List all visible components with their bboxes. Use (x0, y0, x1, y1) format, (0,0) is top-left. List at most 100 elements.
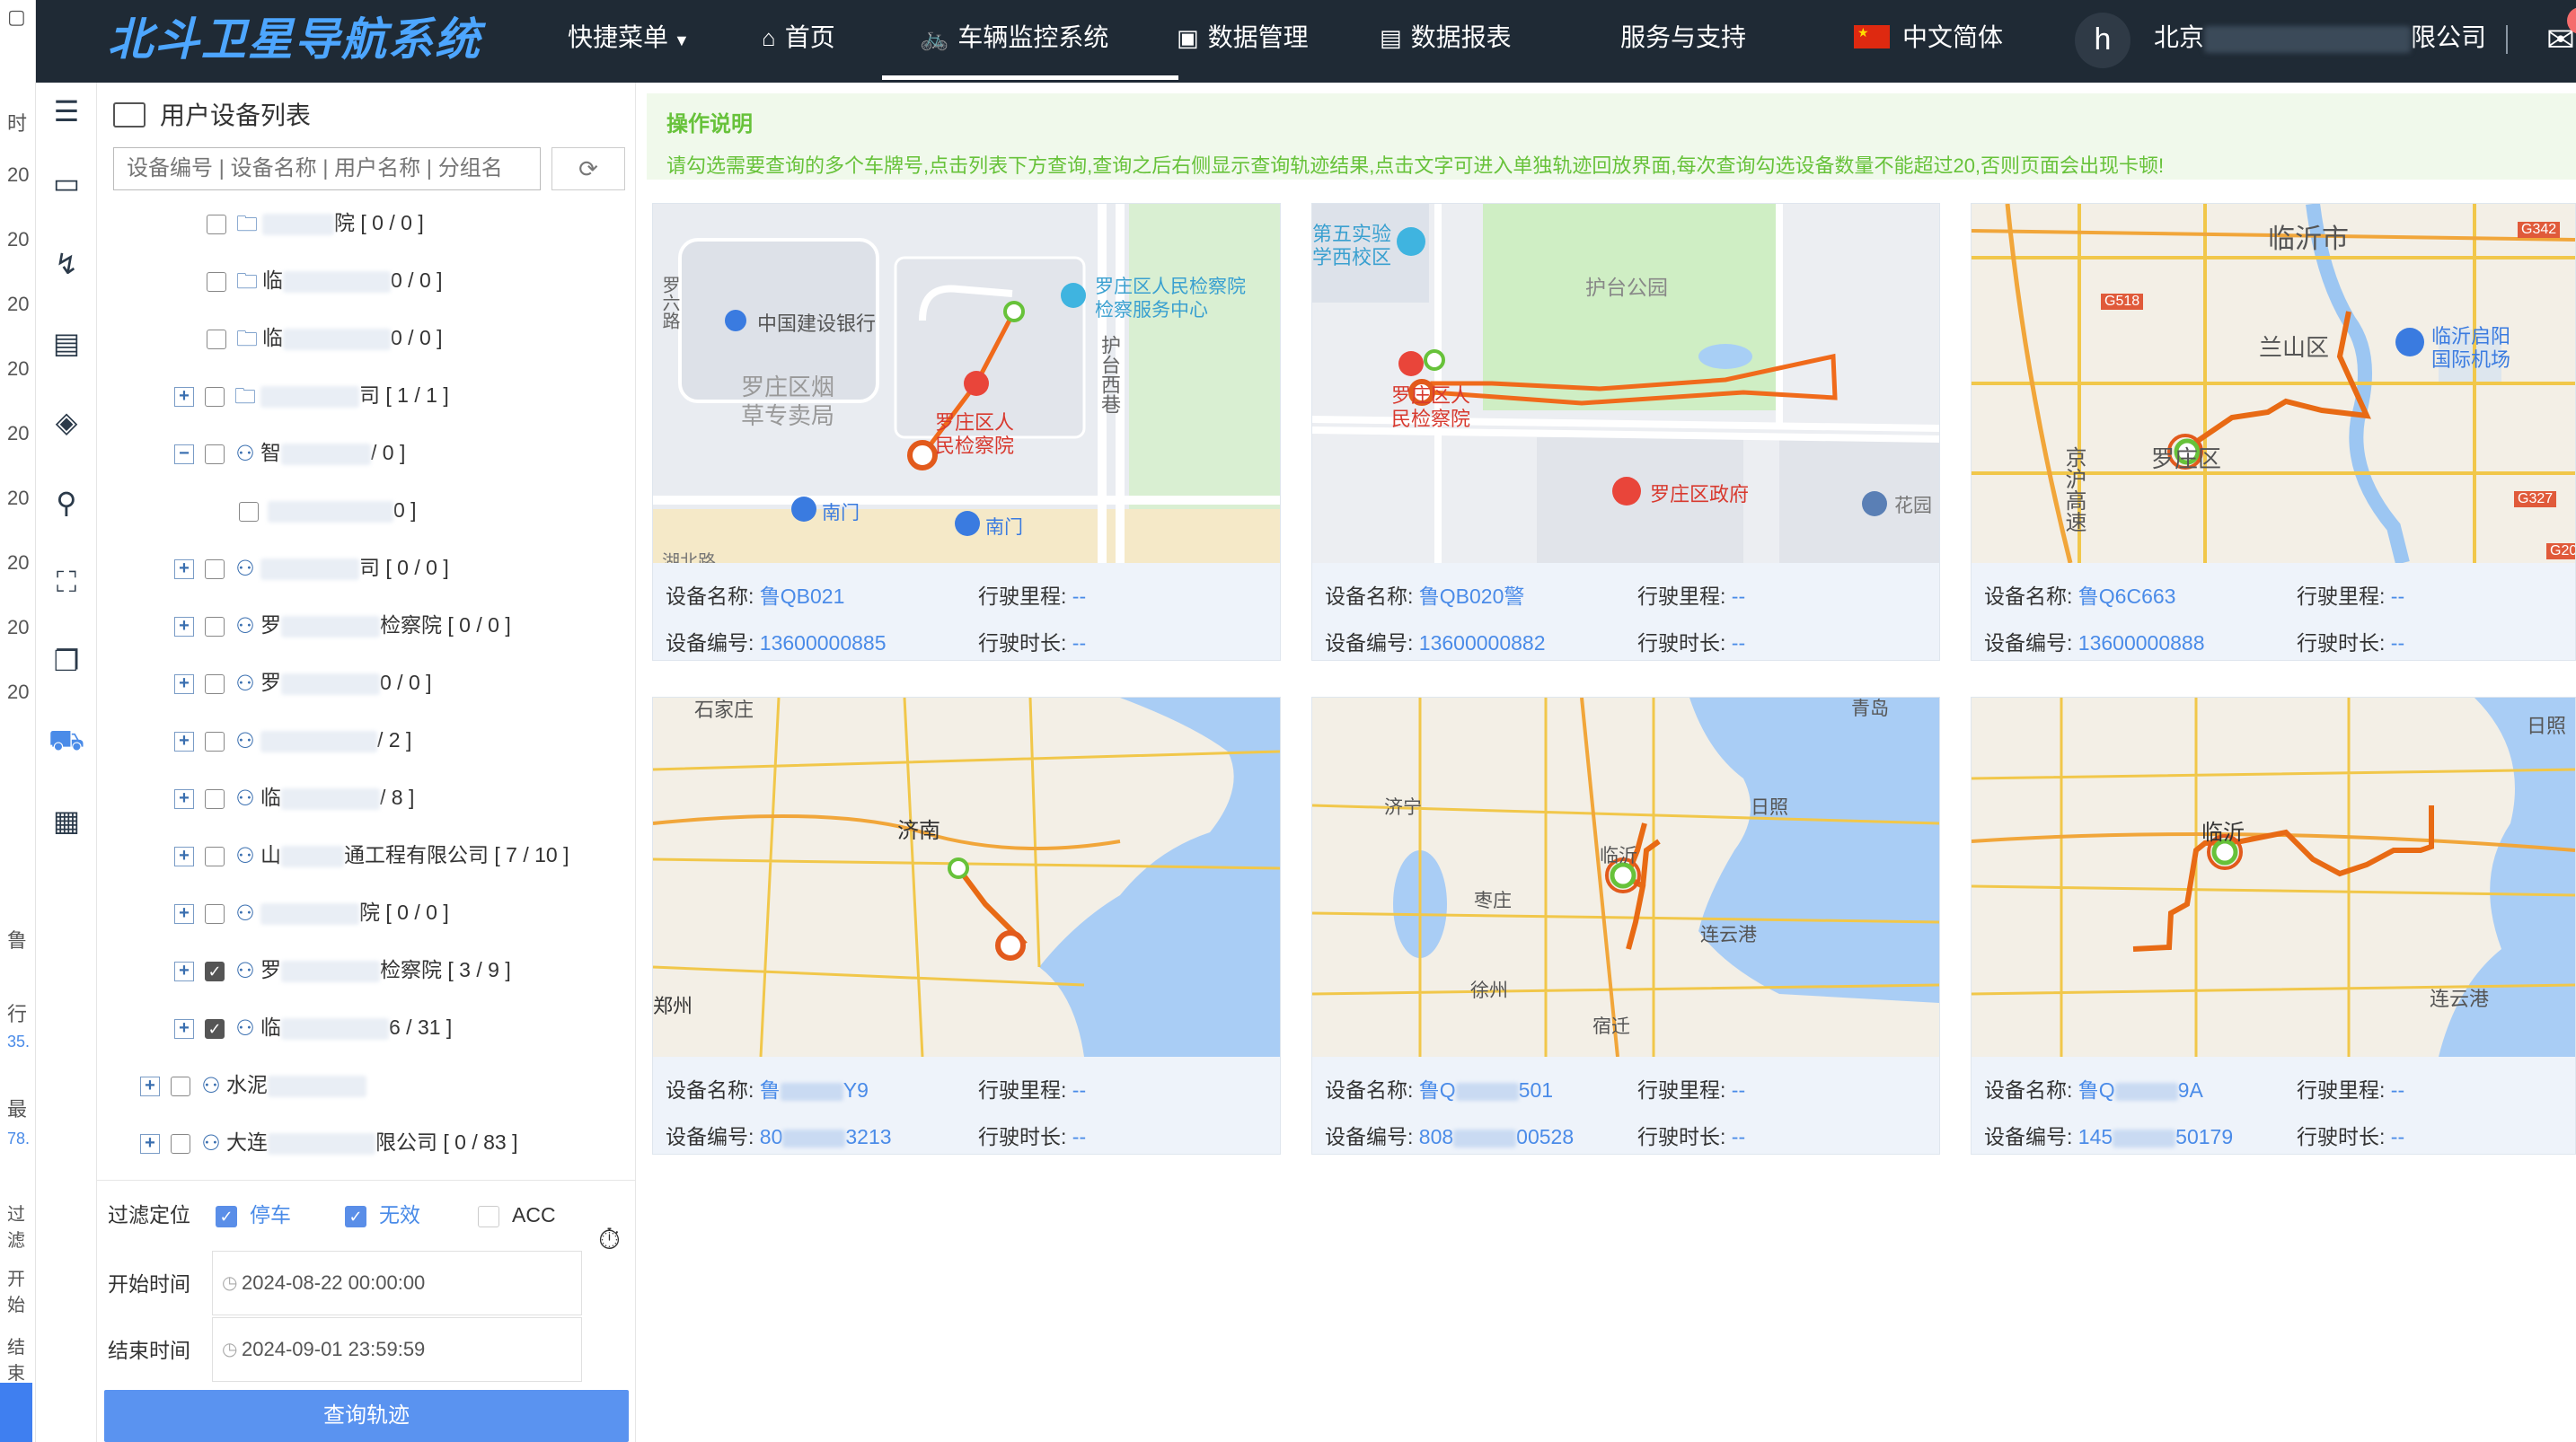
device-name-value[interactable]: 鲁QB020警 (1419, 585, 1525, 608)
filter-park-option[interactable]: ✓ 停车 (216, 1193, 291, 1236)
tree-node[interactable]: 0 ] (239, 492, 417, 528)
tree-node[interactable]: + ⚇ 大连 限公司 [ 0 / 83 ] (140, 1124, 518, 1160)
nav-data-management[interactable]: ▣ 数据管理 (1177, 0, 1309, 83)
device-name-value[interactable]: 鲁 (760, 1078, 781, 1102)
expand-icon[interactable]: + (174, 386, 194, 407)
track-map[interactable]: 济宁 青岛 日照 临沂 枣庄 连云港 徐州 宿迁 (1312, 698, 1939, 1057)
nav-home[interactable]: ⌂ 首页 (762, 0, 835, 83)
device-name-value[interactable]: 501 (1519, 1078, 1553, 1102)
tree-node[interactable]: + ⚇ 罗 检察院 [ 0 / 0 ] (174, 607, 511, 643)
refresh-button[interactable]: ⟳ (551, 147, 625, 190)
device-name-value[interactable]: Y9 (843, 1078, 869, 1102)
device-number-value[interactable]: 13600000882 (1419, 631, 1546, 655)
tree-checkbox[interactable] (205, 444, 225, 464)
nav-vehicle-monitor[interactable]: 🚲 车辆监控系统 (920, 0, 1108, 83)
device-number-value[interactable]: 3213 (845, 1125, 891, 1148)
expand-icon[interactable]: + (140, 1133, 160, 1154)
device-name-value[interactable]: 鲁Q6C663 (2078, 585, 2176, 608)
track-map[interactable]: 中国建设银行 罗庄区烟 草专卖局 罗庄区人民检察院 检察服务中心 罗庄区人 民检… (653, 204, 1280, 563)
tree-checkbox-checked[interactable]: ✓ (205, 961, 225, 981)
filter-invalid-option[interactable]: ✓ 无效 (345, 1193, 420, 1236)
tree-node[interactable]: + ⚇ 山 通工程有限公司 [ 7 / 10 ] (174, 837, 569, 873)
tree-checkbox-checked[interactable]: ✓ (205, 1018, 225, 1039)
checkbox-checked[interactable]: ✓ (216, 1205, 237, 1227)
expand-icon[interactable]: + (174, 903, 194, 924)
tree-node[interactable]: + ⚇ / 2 ] (174, 722, 411, 758)
expand-icon[interactable]: + (174, 616, 194, 637)
stopwatch-icon[interactable]: ⏱ (598, 1223, 621, 1257)
track-card[interactable]: 中国建设银行 罗庄区烟 草专卖局 罗庄区人民检察院 检察服务中心 罗庄区人 民检… (652, 203, 1281, 661)
device-number-value[interactable]: 808 (1419, 1125, 1453, 1148)
document-icon[interactable]: ▤ (47, 323, 86, 363)
device-name-value[interactable]: 鲁QB021 (760, 585, 845, 608)
tree-node[interactable]: + ⚇ 临 / 8 ] (174, 779, 414, 815)
track-icon[interactable]: ↯ (47, 244, 86, 284)
map-area-icon[interactable]: ⛶ (47, 562, 86, 602)
expand-icon[interactable]: + (174, 961, 194, 981)
checkbox-unchecked[interactable] (478, 1205, 499, 1227)
device-number-value[interactable]: 145 (2078, 1125, 2113, 1148)
tree-node[interactable]: 🗀 临 0 / 0 ] (207, 262, 443, 298)
tree-node[interactable]: + ⚇ 院 [ 0 / 0 ] (174, 894, 449, 930)
track-card[interactable]: 日照 临沂 连云港 设备名称: 鲁Q 9A 行驶里程: -- 设备编号: 145 5… (1971, 697, 2576, 1155)
expand-icon[interactable]: + (174, 673, 194, 694)
tree-node[interactable]: + ✓ ⚇ 临 6 / 31 ] (174, 1009, 452, 1045)
track-map[interactable]: 第五实验 学西校区 护台公园 罗庄区人 民检察院 罗庄区政府 花园 (1312, 204, 1939, 563)
tree-checkbox[interactable] (205, 386, 225, 407)
expand-icon[interactable]: + (174, 1018, 194, 1039)
tree-checkbox[interactable] (171, 1076, 190, 1096)
track-map[interactable]: 日照 临沂 连云港 (1972, 698, 2575, 1057)
tree-checkbox[interactable] (205, 616, 225, 637)
device-number-value[interactable]: 80 (760, 1125, 783, 1148)
tree-node[interactable]: + 🗀 司 [ 1 / 1 ] (174, 377, 449, 413)
nav-data-report[interactable]: ▤ 数据报表 (1380, 0, 1512, 83)
tree-checkbox[interactable] (205, 788, 225, 809)
device-number-value[interactable]: 00528 (1516, 1125, 1574, 1148)
tree-node[interactable]: + ⚇ 罗 0 / 0 ] (174, 664, 432, 700)
tree-node[interactable]: 🗀 院 [ 0 / 0 ] (207, 205, 424, 241)
tree-node[interactable]: + ✓ ⚇ 罗 检察院 [ 3 / 9 ] (174, 952, 511, 988)
filter-acc-option[interactable]: ACC (478, 1193, 556, 1236)
menu-toggle-icon[interactable]: ☰ (47, 92, 86, 131)
collapse-icon[interactable]: − (174, 444, 194, 464)
query-track-button[interactable]: 查询轨迹 (104, 1390, 629, 1442)
device-name-value[interactable]: 鲁Q (2078, 1078, 2115, 1102)
start-time-input[interactable]: ◷ 2024-08-22 00:00:00 (212, 1251, 582, 1315)
tree-checkbox[interactable] (207, 214, 226, 234)
track-map[interactable]: 临沂市 兰山区 临沂启阳 国际机场 罗庄区 京沪高速 G518 G342 G32… (1972, 204, 2575, 563)
expand-icon[interactable]: + (174, 731, 194, 752)
tree-node[interactable]: + ⚇ 司 [ 0 / 0 ] (174, 550, 449, 585)
tree-checkbox[interactable] (205, 903, 225, 924)
tree-checkbox[interactable] (207, 329, 226, 349)
checkbox-checked[interactable]: ✓ (345, 1205, 366, 1227)
expand-icon[interactable]: + (140, 1076, 160, 1096)
navigation-icon[interactable]: ◈ (47, 402, 86, 442)
tree-checkbox[interactable] (205, 558, 225, 579)
expand-icon[interactable]: + (174, 788, 194, 809)
device-number-value[interactable]: 13600000885 (760, 631, 887, 655)
tree-node[interactable]: + ⚇ 水泥 (140, 1067, 366, 1103)
expand-icon[interactable]: + (174, 558, 194, 579)
device-name-value[interactable]: 鲁Q (1419, 1078, 1456, 1102)
nav-service-support[interactable]: 服务与支持 (1620, 0, 1746, 83)
tree-checkbox[interactable] (205, 673, 225, 694)
truck-icon[interactable]: ⛟ (47, 720, 86, 760)
route-icon[interactable]: ⚲ (47, 483, 86, 523)
track-map[interactable]: 石家庄 济南 郑州 (653, 698, 1280, 1057)
track-card[interactable]: 第五实验 学西校区 护台公园 罗庄区人 民检察院 罗庄区政府 花园 设备名称: … (1311, 203, 1940, 661)
tree-checkbox[interactable] (239, 501, 259, 522)
track-card[interactable]: 石家庄 济南 郑州 设备名称: 鲁 Y9 行驶里程: -- 设备编号: 80 321… (652, 697, 1281, 1155)
dashboard-icon[interactable]: ▭ (47, 163, 86, 203)
tree-checkbox[interactable] (207, 271, 226, 292)
expand-icon[interactable]: + (174, 846, 194, 866)
device-search-input[interactable] (113, 147, 541, 190)
language-switch[interactable]: ★ 中文简体 (1854, 0, 2003, 83)
tree-node[interactable]: − ⚇ 智 / 0 ] (174, 435, 405, 470)
quick-menu[interactable]: 快捷菜单 ▼ (568, 0, 690, 83)
user-avatar[interactable]: h (2075, 13, 2130, 68)
device-number-value[interactable]: 13600000888 (2078, 631, 2205, 655)
tree-checkbox[interactable] (205, 731, 225, 752)
device-number-value[interactable]: 50179 (2175, 1125, 2233, 1148)
tree-checkbox[interactable] (205, 846, 225, 866)
track-card[interactable]: 济宁 青岛 日照 临沂 枣庄 连云港 徐州 宿迁 设备名称: 鲁Q 501 行驶里… (1311, 697, 1940, 1155)
